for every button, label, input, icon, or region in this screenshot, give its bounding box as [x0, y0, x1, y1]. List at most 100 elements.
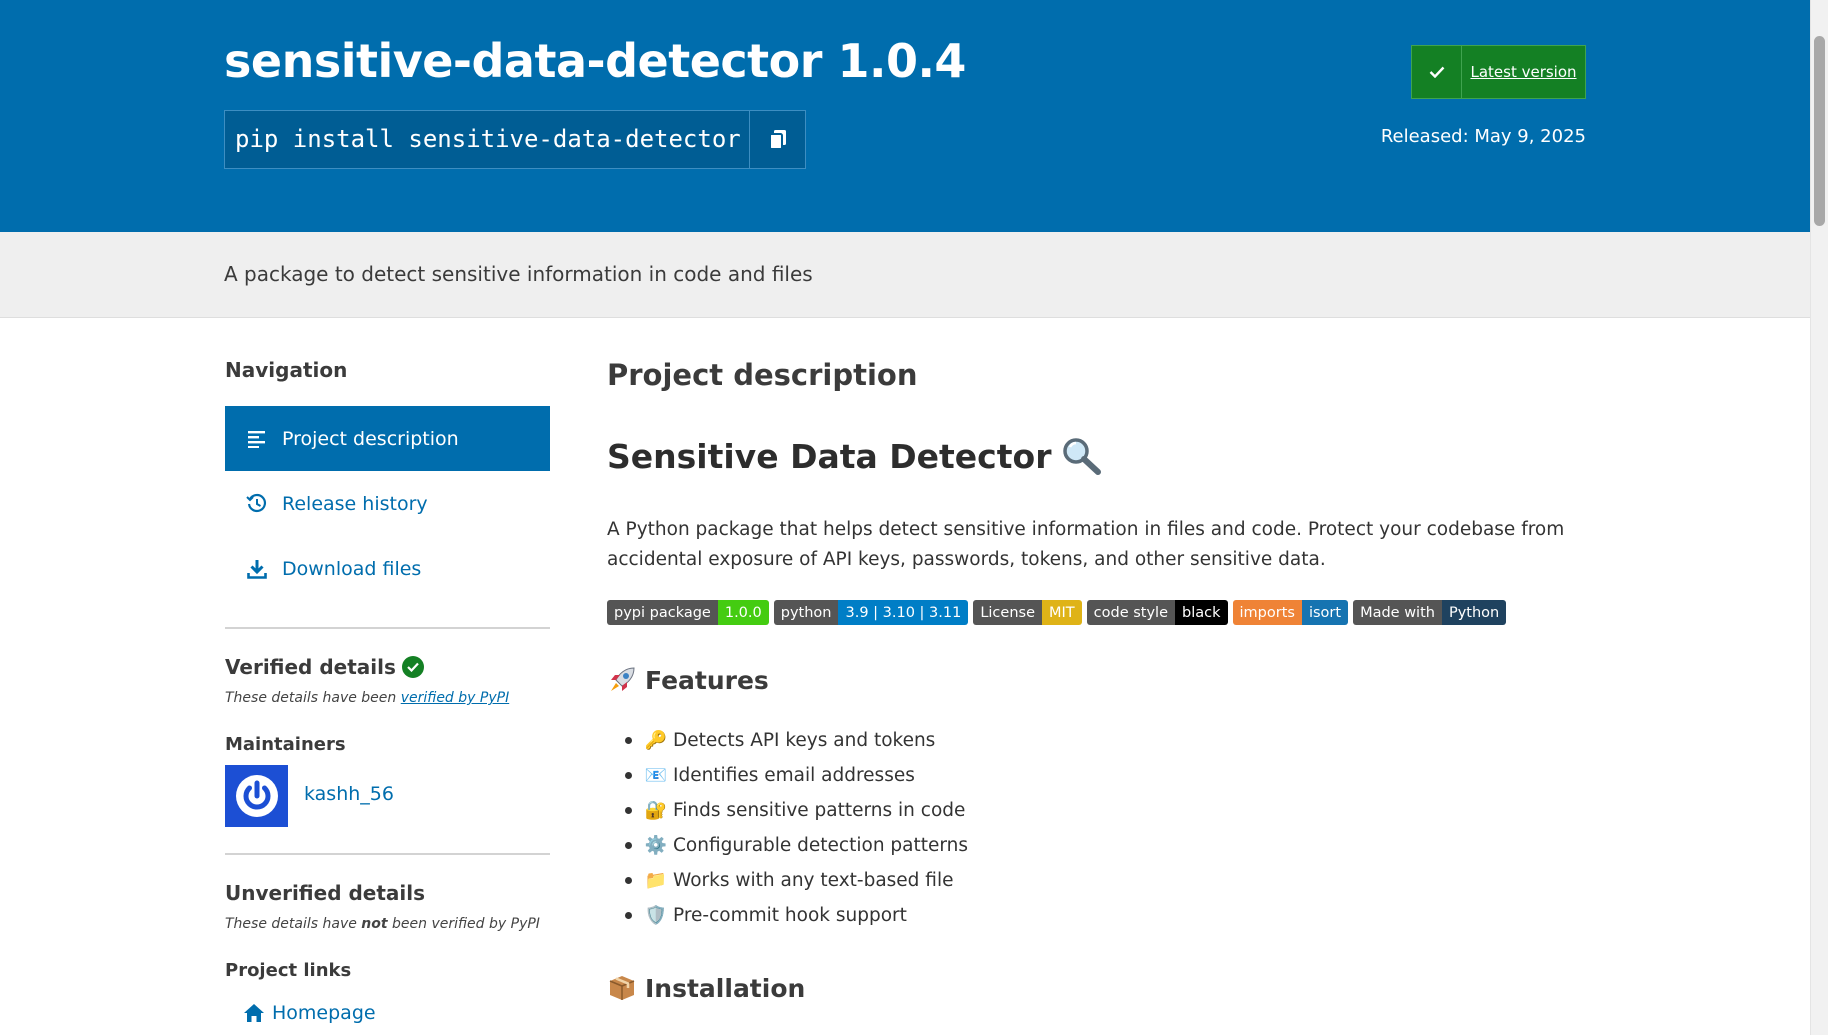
installation-heading-text: Installation [645, 973, 806, 1003]
package-header: sensitive-data-detector 1.0.4 pip instal… [0, 0, 1815, 232]
feature-text: Configurable detection patterns [673, 835, 969, 856]
badge-value: Python [1441, 600, 1507, 625]
pip-command[interactable]: pip install sensitive-data-detector [225, 111, 749, 168]
list-item: 📧 Identifies email addresses [625, 758, 968, 793]
badge-code-style[interactable]: code style black [1086, 600, 1228, 625]
badge-value: isort [1301, 600, 1349, 625]
check-icon [1412, 46, 1462, 98]
nav-release-history[interactable]: Release history [225, 471, 550, 536]
nav-project-description[interactable]: Project description [225, 406, 550, 471]
bullet [625, 772, 632, 779]
list-item: 📁 Works with any text-based file [625, 863, 968, 898]
scrollbar-thumb[interactable] [1814, 36, 1825, 226]
bullet [625, 807, 632, 814]
list-item: 🔐 Finds sensitive patterns in code [625, 793, 968, 828]
features-heading: Features [607, 665, 769, 695]
latest-version-badge[interactable]: Latest version [1411, 45, 1586, 99]
readme-title: Sensitive Data Detector [607, 436, 1103, 476]
bullet [625, 912, 632, 919]
badge-imports[interactable]: imports isort [1232, 600, 1349, 625]
unverified-details-heading: Unverified details [225, 881, 426, 905]
badge-python-versions[interactable]: python 3.9 | 3.10 | 3.11 [773, 600, 969, 625]
list-item: 🛡️ Pre-commit hook support [625, 898, 968, 933]
power-icon [235, 775, 278, 817]
project-description-heading: Project description [607, 358, 918, 392]
badge-made-with-python[interactable]: Made with Python [1353, 600, 1507, 625]
email-icon: 📧 [644, 765, 668, 786]
copy-icon [768, 129, 786, 150]
page-scrollbar[interactable] [1810, 0, 1828, 1035]
badge-label: Made with [1353, 600, 1442, 625]
history-icon [244, 491, 270, 517]
magnifier-icon [1061, 436, 1103, 476]
unverified-note-prefix: These details have [225, 916, 357, 932]
project-links-heading: Project links [225, 960, 352, 981]
homepage-link[interactable]: Homepage [243, 1002, 376, 1024]
nav-label: Download files [282, 557, 422, 580]
badge-label: python [773, 600, 839, 625]
latest-version-link[interactable]: Latest version [1462, 63, 1585, 81]
maintainer-avatar[interactable] [225, 765, 288, 827]
maintainer-link[interactable]: kashh_56 [304, 783, 394, 805]
unverified-note: These details have not been verified by … [225, 916, 540, 932]
sidebar-divider [225, 627, 550, 629]
unverified-note-emphasis: not [361, 916, 388, 932]
homepage-label: Homepage [272, 1002, 376, 1024]
badge-label: imports [1232, 600, 1302, 625]
sidebar-divider [225, 853, 550, 855]
download-icon [244, 556, 270, 582]
gear-icon: ⚙️ [644, 835, 668, 856]
shield-icon: 🛡️ [644, 905, 668, 926]
badge-license[interactable]: License MIT [973, 600, 1082, 625]
nav-label: Project description [282, 427, 459, 450]
feature-text: Finds sensitive patterns in code [673, 800, 966, 821]
rocket-icon [607, 665, 637, 695]
feature-text: Pre-commit hook support [673, 905, 907, 926]
release-date: Released: May 9, 2025 [1380, 126, 1586, 147]
align-left-icon [244, 426, 270, 452]
feature-text: Identifies email addresses [673, 765, 915, 786]
verified-details-label: Verified details [225, 655, 396, 679]
readme-intro: A Python package that helps detect sensi… [607, 519, 1565, 570]
verified-note: These details have been verified by PyPI [225, 690, 509, 706]
maintainers-heading: Maintainers [225, 734, 346, 755]
list-item: 🔑 Detects API keys and tokens [625, 723, 968, 758]
home-icon [243, 1003, 265, 1023]
bullet [625, 877, 632, 884]
unverified-note-suffix: been verified by PyPI [392, 916, 540, 932]
package-summary: A package to detect sensitive informatio… [224, 262, 813, 286]
list-item: ⚙️ Configurable detection patterns [625, 828, 968, 863]
badge-label: code style [1086, 600, 1176, 625]
nav-download-files[interactable]: Download files [225, 536, 550, 601]
badge-row: pypi package 1.0.0 python 3.9 | 3.10 | 3… [607, 600, 1507, 625]
readme-title-text: Sensitive Data Detector [607, 436, 1052, 476]
package-title: sensitive-data-detector 1.0.4 [224, 34, 966, 88]
bullet [625, 737, 632, 744]
copy-button[interactable] [749, 111, 805, 168]
nav-label: Release history [282, 492, 428, 515]
package-summary-bar: A package to detect sensitive informatio… [0, 232, 1815, 318]
lock-key-icon: 🔐 [644, 800, 668, 821]
verified-details-heading: Verified details [225, 655, 424, 679]
feature-text: Detects API keys and tokens [673, 730, 936, 751]
folder-icon: 📁 [644, 870, 668, 891]
badge-pypi-package[interactable]: pypi package 1.0.0 [607, 600, 769, 625]
navigation-heading: Navigation [225, 358, 348, 382]
badge-value: 3.9 | 3.10 | 3.11 [838, 600, 969, 625]
badge-value: 1.0.0 [717, 600, 769, 625]
key-icon: 🔑 [644, 730, 668, 751]
verified-note-text: These details have been [225, 690, 397, 706]
verified-check-icon [401, 656, 424, 678]
badge-value: MIT [1042, 600, 1082, 625]
badge-value: black [1175, 600, 1228, 625]
installation-heading: Installation [607, 973, 805, 1003]
features-list: 🔑 Detects API keys and tokens 📧 Identifies… [625, 723, 968, 933]
package-box-icon [607, 973, 637, 1003]
badge-label: License [973, 600, 1042, 625]
features-heading-text: Features [645, 665, 769, 695]
pip-install-box: pip install sensitive-data-detector [224, 110, 806, 169]
feature-text: Works with any text-based file [673, 870, 954, 891]
badge-label: pypi package [607, 600, 718, 625]
verified-by-pypi-link[interactable]: verified by PyPI [401, 690, 509, 706]
bullet [625, 842, 632, 849]
